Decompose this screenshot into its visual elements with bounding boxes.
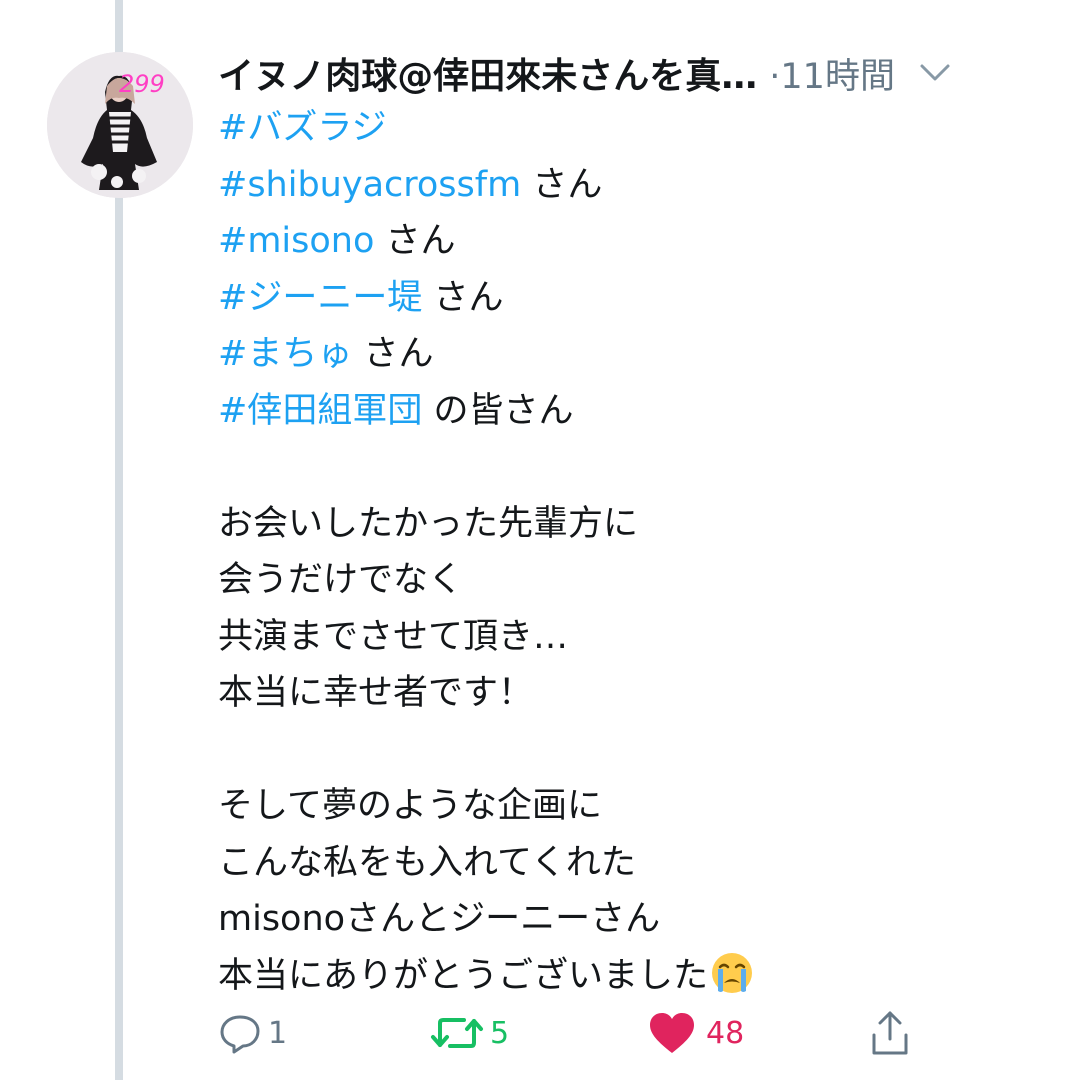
retweet-icon (431, 1018, 483, 1048)
hashtag-link[interactable]: #倖田組軍団 (218, 391, 422, 431)
hashtag-line: #倖田組軍団 の皆さん (218, 390, 574, 431)
heart-icon (650, 1013, 694, 1053)
like-button[interactable]: 48 (648, 1005, 744, 1061)
tweet-actions: 1 5 48 (218, 1005, 1038, 1061)
text-line: misonoさんとジーニーさん (218, 899, 661, 939)
text-line: 会うだけでなく (218, 560, 464, 600)
hashtag-line: #shibuyacrossfm さん (218, 164, 603, 205)
tweet-text: #バズラジ #shibuyacrossfm さん #misono さん #ジーニ… (218, 100, 1058, 1004)
chevron-down-icon[interactable] (915, 53, 955, 93)
timestamp[interactable]: ·11時間 (769, 48, 895, 99)
hashtag-link[interactable]: #misono (218, 221, 374, 261)
avatar[interactable]: 299 (47, 52, 193, 198)
hashtag-link[interactable]: #ジーニー堤 (218, 278, 422, 318)
crying-face-icon (710, 951, 754, 995)
hashtag-link[interactable]: #まちゅ (218, 334, 352, 374)
author-name[interactable]: イヌノ肉球@倖田來未さんを真… (218, 47, 757, 99)
text-line: そして夢のような企画に (218, 786, 602, 826)
hashtag-link[interactable]: #shibuyacrossfm (218, 165, 521, 205)
hashtag-line: #ジーニー堤 さん (218, 277, 504, 318)
share-button[interactable] (868, 1005, 912, 1061)
text-line: 本当にありがとうございました (218, 948, 1058, 1005)
avatar-badge: 299 (119, 70, 165, 98)
text-line: お会いしたかった先輩方に (218, 503, 639, 544)
retweet-count: 5 (490, 1015, 510, 1051)
retweet-button[interactable]: 5 (430, 1005, 509, 1061)
like-count: 48 (706, 1015, 745, 1051)
text-line: 共演までさせて頂き… (218, 616, 569, 657)
hashtag-line: #まちゅ さん (218, 334, 434, 374)
reply-icon (220, 1015, 260, 1054)
tweet-header: イヌノ肉球@倖田來未さんを真… ·11時間 (218, 48, 1048, 98)
share-icon (872, 1011, 908, 1055)
text-line: こんな私をも入れてくれた (218, 842, 636, 883)
hashtag-link[interactable]: #バズラジ (218, 108, 387, 148)
reply-button[interactable]: 1 (218, 1005, 287, 1061)
hashtag-line: #バズラジ (218, 100, 1058, 157)
text-line: 本当に幸せ者です！ (218, 673, 534, 713)
hashtag-line: #misono さん (218, 221, 456, 261)
reply-count: 1 (268, 1015, 288, 1051)
